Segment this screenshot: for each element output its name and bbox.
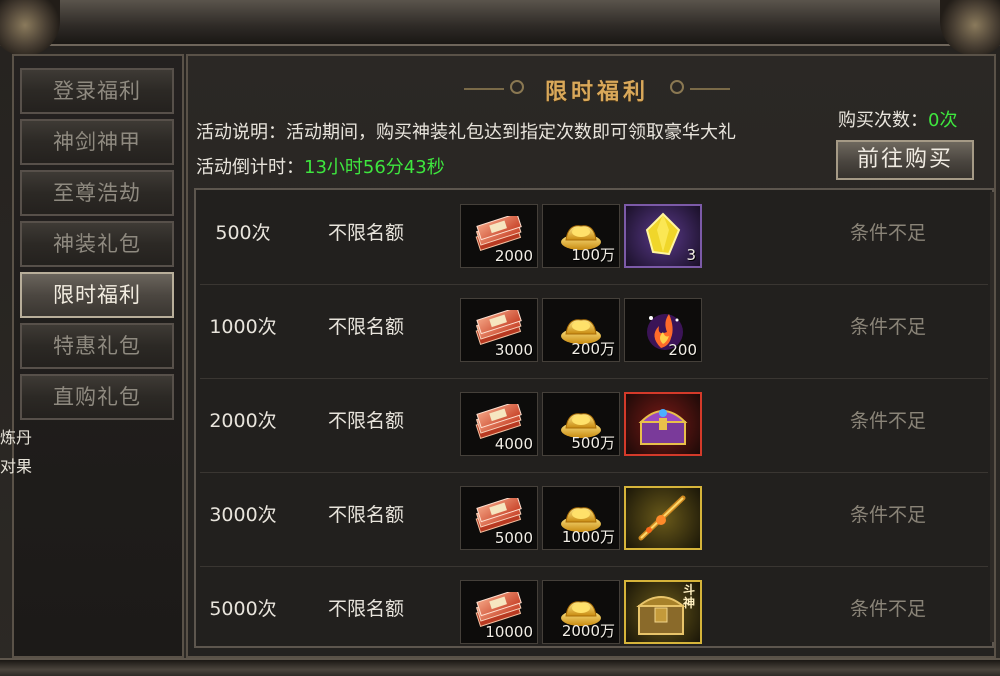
reward-item-slot[interactable]: 200: [624, 298, 702, 362]
claim-status: 条件不足: [850, 316, 927, 338]
purchase-threshold: 5000次: [209, 598, 277, 620]
overflow-label: 炼丹: [0, 428, 33, 447]
claim-status: 条件不足: [850, 222, 927, 244]
item-quantity: 2000: [494, 247, 533, 265]
item-quantity: 3: [686, 246, 696, 264]
item-quantity: 100万: [571, 246, 615, 264]
reward-item-slot[interactable]: 2000万: [542, 580, 620, 644]
swirl-ornament-icon: [670, 80, 684, 94]
title-divider: [690, 88, 730, 90]
purchase-threshold: 3000次: [209, 504, 277, 526]
buy-count-label: 购买次数：: [838, 110, 928, 131]
item-quantity: 5000: [494, 529, 533, 547]
go-purchase-button[interactable]: 前往购买: [836, 140, 974, 180]
golden-staff-icon: [626, 488, 700, 548]
reward-row: 5000次 不限名额 10000 2000万 斗神条件不足: [196, 572, 992, 664]
sidebar-item-limited-rewards[interactable]: 限时福利: [20, 272, 174, 318]
reward-item-slot[interactable]: 500万: [542, 392, 620, 456]
countdown-timer: 13小时56分43秒: [304, 157, 445, 178]
reward-item-slot[interactable]: 斗神: [624, 580, 702, 644]
panel-title: 限时福利: [462, 70, 732, 110]
claim-status: 条件不足: [850, 598, 927, 620]
item-quantity: 4000: [494, 435, 533, 453]
purchase-threshold: 1000次: [209, 316, 277, 338]
sidebar-item-direct-purchase[interactable]: 直购礼包: [20, 374, 174, 420]
sidebar-item-divine-gear-pack[interactable]: 神装礼包: [20, 221, 174, 267]
treasure-chest-icon: [626, 394, 700, 454]
activity-description: 活动说明：活动期间，购买神装礼包达到指定次数即可领取豪华大礼: [196, 118, 736, 144]
item-quantity: 200: [668, 341, 697, 359]
item-quantity: 1000万: [561, 528, 615, 546]
reward-item-slot[interactable]: 3: [624, 204, 702, 268]
countdown-label: 活动倒计时：: [196, 157, 304, 178]
description-text: 活动期间，购买神装礼包达到指定次数即可领取豪华大礼: [286, 122, 736, 143]
item-quantity: 200万: [571, 340, 615, 358]
row-divider: [200, 378, 988, 379]
item-quantity: 500万: [571, 434, 615, 452]
sidebar-item-supreme-calamity[interactable]: 至尊浩劫: [20, 170, 174, 216]
top-border: [0, 0, 1000, 46]
sidebar-item-divine-sword[interactable]: 神剑神甲: [20, 119, 174, 165]
activity-countdown: 活动倒计时：13小时56分43秒: [196, 153, 445, 179]
page-title: 限时福利: [544, 79, 649, 105]
reward-item-slot[interactable]: 5000: [460, 486, 538, 550]
reward-row: 500次 不限名额 2000 100万 3 条件不足: [196, 196, 992, 288]
reward-item-slot[interactable]: 1000万: [542, 486, 620, 550]
reward-item-slot[interactable]: 4000: [460, 392, 538, 456]
buy-count-value: 0次: [928, 110, 958, 131]
reward-item-slot[interactable]: [624, 392, 702, 456]
reward-row: 1000次 不限名额 3000 200万 200 条件不足: [196, 290, 992, 382]
reward-item-slot[interactable]: 100万: [542, 204, 620, 268]
reward-item-slot[interactable]: 3000: [460, 298, 538, 362]
claim-status: 条件不足: [850, 410, 927, 432]
quota-label: 不限名额: [328, 410, 405, 432]
quota-label: 不限名额: [328, 222, 405, 244]
reward-item-slot[interactable]: 10000: [460, 580, 538, 644]
item-quantity: 10000: [485, 623, 533, 641]
sidebar-item-login-rewards[interactable]: 登录福利: [20, 68, 174, 114]
claim-status: 条件不足: [850, 504, 927, 526]
reward-item-slot[interactable]: 200万: [542, 298, 620, 362]
description-label: 活动说明：: [196, 122, 286, 143]
quota-label: 不限名额: [328, 316, 405, 338]
purchase-threshold: 500次: [215, 222, 271, 244]
reward-item-slot[interactable]: [624, 486, 702, 550]
quota-label: 不限名额: [328, 504, 405, 526]
purchase-threshold: 2000次: [209, 410, 277, 432]
buy-count: 购买次数：0次: [838, 106, 957, 132]
row-divider: [200, 284, 988, 285]
overflow-label: 对果: [0, 457, 33, 476]
row-divider: [200, 472, 988, 473]
reward-row: 2000次 不限名额 4000 500万 条件不足: [196, 384, 992, 476]
row-divider: [200, 566, 988, 567]
quota-label: 不限名额: [328, 598, 405, 620]
reward-item-slot[interactable]: 2000: [460, 204, 538, 268]
sidebar-item-special-offer[interactable]: 特惠礼包: [20, 323, 174, 369]
item-emblem: 斗神: [683, 583, 696, 610]
reward-row: 3000次 不限名额 5000 1000万 条件不足: [196, 478, 992, 570]
item-quantity: 3000: [494, 341, 533, 359]
item-quantity: 2000万: [561, 622, 615, 640]
